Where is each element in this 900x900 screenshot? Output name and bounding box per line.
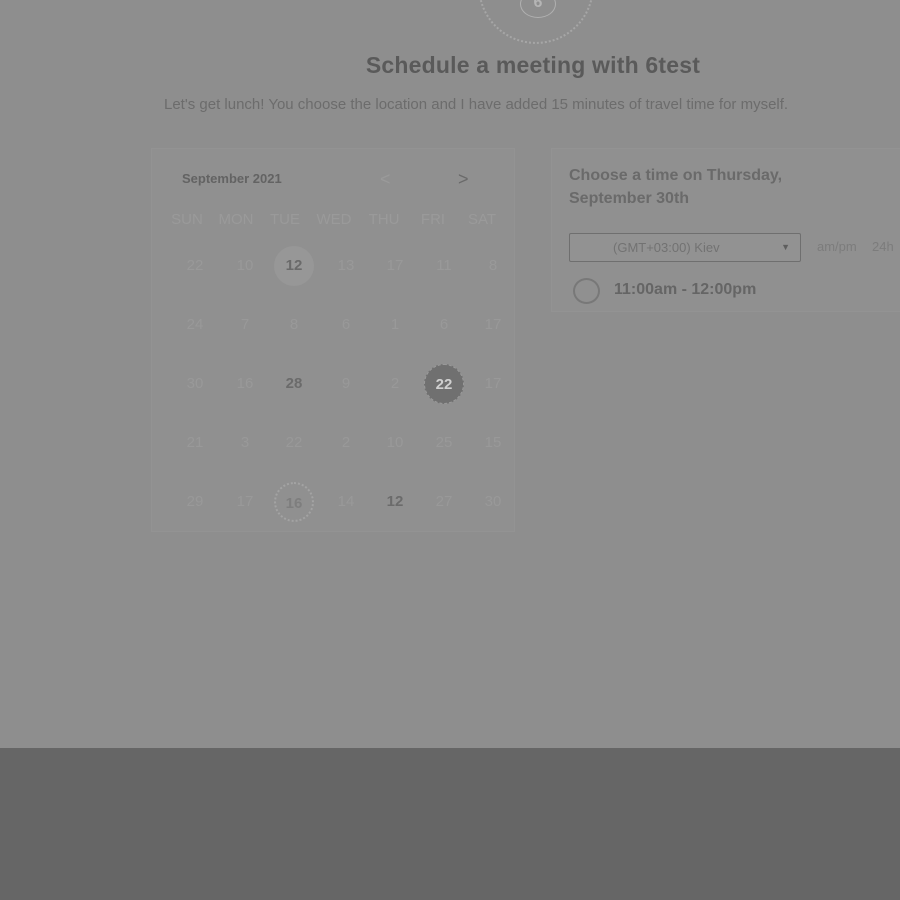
weekday-thu: THU	[368, 211, 400, 228]
calendar-day: 10	[236, 257, 254, 274]
weekday-wed: WED	[316, 211, 352, 228]
calendar-day-available[interactable]: 12	[375, 482, 415, 522]
footer-band	[0, 748, 900, 900]
avatar-initial: 6	[520, 0, 556, 18]
calendar-day: 22	[285, 434, 303, 451]
calendar-day-today[interactable]: 12	[274, 246, 314, 286]
calendar-day: 10	[386, 434, 404, 451]
calendar-day: 24	[186, 316, 204, 333]
calendar-day: 6	[439, 316, 449, 333]
time-selection-panel: Choose a time on Thursday, September 30t…	[551, 148, 900, 312]
calendar-day: 17	[236, 493, 254, 510]
calendar-panel: September 2021 < > SUN MON TUE WED THU F…	[151, 148, 515, 532]
calendar-day: 9	[341, 375, 351, 392]
timezone-select[interactable]: (GMT+03:00) Kiev ▼	[569, 233, 801, 262]
calendar-day: 17	[484, 375, 502, 392]
prev-month-icon[interactable]: <	[380, 169, 391, 190]
time-slot-radio[interactable]	[573, 278, 600, 304]
calendar-day: 1	[390, 316, 400, 333]
calendar-day: 11	[436, 257, 452, 274]
calendar-day-highlighted[interactable]: 16	[274, 482, 314, 522]
calendar-day: 14	[337, 493, 355, 510]
calendar-day: 6	[341, 316, 351, 333]
calendar-day: 8	[488, 257, 498, 274]
calendar-day-available[interactable]: 28	[274, 364, 314, 404]
calendar-day: 2	[341, 434, 351, 451]
meeting-description: Let's get lunch! You choose the location…	[164, 96, 789, 113]
calendar-day: 7	[240, 316, 250, 333]
calendar-day: 17	[484, 316, 502, 333]
calendar-day: 16	[236, 375, 254, 392]
scheduling-page: 6 Schedule a meeting with 6test Let's ge…	[0, 0, 900, 748]
format-ampm-toggle[interactable]: am/pm	[817, 239, 857, 254]
weekday-tue: TUE	[270, 211, 300, 228]
calendar-month-label: September 2021	[182, 171, 282, 186]
calendar-day: 13	[337, 257, 355, 274]
calendar-day: 21	[186, 434, 204, 451]
weekday-mon: MON	[218, 211, 254, 228]
calendar-day: 2	[390, 375, 400, 392]
page-title: Schedule a meeting with 6test	[365, 52, 701, 78]
calendar-day: 15	[484, 434, 502, 451]
time-slot-label[interactable]: 11:00am - 12:00pm	[614, 281, 756, 299]
calendar-day: 25	[435, 434, 453, 451]
calendar-day: 27	[435, 493, 453, 510]
time-panel-title: Choose a time on Thursday, September 30t…	[569, 167, 783, 207]
calendar-day: 3	[240, 434, 250, 451]
timezone-value: (GMT+03:00) Kiev	[613, 240, 720, 255]
calendar-day-selected[interactable]: 22	[424, 364, 464, 404]
weekday-header: SUN MON TUE WED THU FRI SAT	[162, 211, 512, 231]
calendar-day: 8	[289, 316, 299, 333]
weekday-sat: SAT	[467, 211, 497, 228]
calendar-day: 29	[186, 493, 204, 510]
weekday-sun: SUN	[171, 211, 203, 228]
next-month-icon[interactable]: >	[458, 169, 469, 190]
calendar-day: 30	[186, 375, 204, 392]
weekday-fri: FRI	[420, 211, 446, 228]
host-avatar: 6	[478, 0, 594, 44]
calendar-day: 17	[386, 257, 404, 274]
caret-down-icon: ▼	[781, 242, 790, 252]
calendar-day: 30	[484, 493, 502, 510]
calendar-day: 22	[186, 257, 204, 274]
format-24h-toggle[interactable]: 24h	[872, 239, 894, 254]
